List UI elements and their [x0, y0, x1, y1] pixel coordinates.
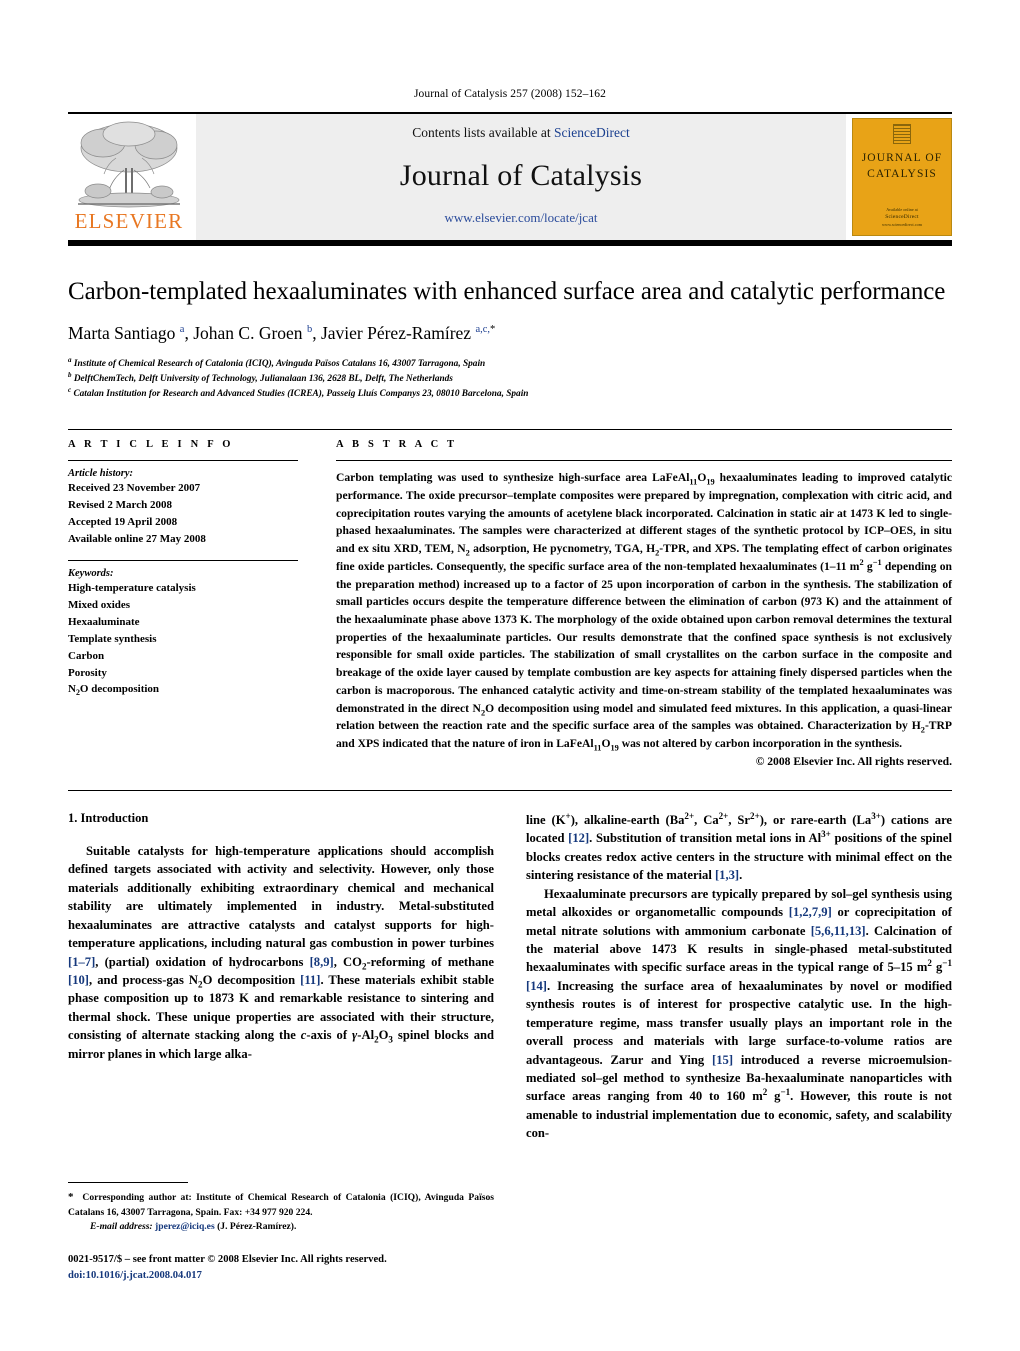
- abstract-heading: A B S T R A C T: [336, 439, 458, 451]
- affiliation-b: b DelftChemTech, Delft University of Tec…: [68, 370, 952, 387]
- info-abstract-section: A R T I C L E I N F O Article history: R…: [68, 429, 952, 768]
- keyword-item: Mixed oxides: [68, 599, 131, 612]
- paragraph: Hexaaluminate precursors are typically p…: [526, 886, 953, 1141]
- elsevier-tree-icon: [78, 121, 180, 208]
- affiliation-list: a Institute of Chemical Research of Cata…: [68, 355, 952, 402]
- author-list: Marta Santiago a, Johan C. Groen b, Javi…: [68, 323, 496, 343]
- elsevier-wordmark: ELSEVIER: [74, 209, 184, 233]
- page-title: Carbon-templated hexaaluminates with enh…: [68, 278, 946, 305]
- history-accepted: Accepted 19 April 2008: [68, 515, 178, 528]
- running-head: Journal of Catalysis 257 (2008) 152–162: [413, 88, 607, 100]
- keyword-item: High-temperature catalysis: [68, 582, 196, 595]
- email-label: E-mail address:: [90, 1220, 153, 1232]
- divider: [68, 560, 298, 562]
- divider: [68, 1182, 188, 1183]
- crest-icon: [893, 124, 911, 144]
- email-note: E-mail address: jperez@iciq.es (J. Pérez…: [68, 1220, 494, 1234]
- keyword-item-n2o: N2O decomposition: [68, 683, 160, 698]
- abstract-column: A B S T R A C T Carbon templating was us…: [316, 439, 952, 768]
- history-revised: Revised 2 March 2008: [68, 498, 172, 511]
- article-history-heading: Article history:: [68, 468, 134, 480]
- body-right-column: line (K+), alkaline-earth (Ba2+, Ca2+, S…: [526, 811, 952, 1143]
- body-columns: 1. Introduction Suitable catalysts for h…: [68, 789, 952, 1143]
- cover-sciencedirect: ScienceDirect: [885, 214, 919, 221]
- history-received: Received 23 November 2007: [68, 482, 201, 495]
- article-info-heading: A R T I C L E I N F O: [68, 439, 234, 451]
- abstract-text: Carbon templating was used to synthesize…: [336, 471, 953, 753]
- section-heading-introduction: 1. Introduction: [68, 810, 149, 825]
- divider: [336, 460, 952, 462]
- affiliation-a-text: Institute of Chemical Research of Catalo…: [73, 359, 486, 369]
- keyword-item: Porosity: [68, 666, 107, 679]
- keyword-list: High-temperature catalysis Mixed oxides …: [68, 580, 298, 698]
- affiliation-c-text: Catalan Institution for Research and Adv…: [73, 389, 529, 400]
- cover-title: JOURNAL OF CATALYSIS: [862, 151, 943, 182]
- divider: [68, 460, 298, 462]
- affiliation-c: c Catalan Institution for Research and A…: [68, 387, 952, 402]
- corresponding-author-note: * Corresponding author at: Institute of …: [68, 1191, 494, 1218]
- journal-title: Journal of Catalysis: [399, 158, 643, 192]
- affiliation-a: a Institute of Chemical Research of Cata…: [68, 355, 952, 372]
- cover-url: www.sciencedirect.com: [882, 221, 922, 227]
- paragraph: line (K+), alkaline-earth (Ba2+, Ca2+, S…: [526, 810, 953, 883]
- keyword-item: Hexaaluminate: [68, 616, 140, 629]
- keyword-item: Template synthesis: [68, 632, 157, 645]
- doi-link[interactable]: doi:10.1016/j.jcat.2008.04.017: [68, 1268, 494, 1284]
- keywords-heading: Keywords:: [68, 568, 114, 580]
- abstract-copyright: © 2008 Elsevier Inc. All rights reserved…: [755, 754, 952, 768]
- paragraph: Suitable catalysts for high-temperature …: [68, 843, 495, 1061]
- affiliation-mark-a: a: [68, 355, 72, 364]
- journal-cover-thumbnail: JOURNAL OF CATALYSIS Available online at…: [852, 118, 952, 236]
- elsevier-logo: ELSEVIER: [68, 114, 190, 240]
- masthead-center: Contents lists available at ScienceDirec…: [196, 114, 846, 240]
- email-link[interactable]: jperez@iciq.es: [155, 1221, 215, 1232]
- footnote-area: * Corresponding author at: Institute of …: [68, 1182, 494, 1284]
- cover-title-line2: CATALYSIS: [867, 167, 937, 180]
- contents-prefix: Contents lists available at: [412, 125, 554, 140]
- title-block: Carbon-templated hexaaluminates with enh…: [68, 276, 952, 402]
- issn-line: 0021-9517/$ – see front matter © 2008 El…: [68, 1254, 387, 1266]
- cover-title-line1: JOURNAL OF: [861, 152, 943, 164]
- affiliation-b-text: DelftChemTech, Delft University of Techn…: [73, 374, 453, 385]
- affiliation-mark-b: b: [68, 370, 72, 379]
- article-info-column: A R T I C L E I N F O Article history: R…: [68, 439, 316, 768]
- journal-homepage-link[interactable]: www.elsevier.com/locate/jcat: [445, 210, 598, 226]
- email-owner: (J. Pérez-Ramírez).: [217, 1220, 297, 1232]
- history-online: Available online 27 May 2008: [68, 532, 206, 545]
- contents-available-line: Contents lists available at ScienceDirec…: [412, 125, 629, 141]
- affiliation-mark-c: c: [68, 386, 72, 394]
- cover-footer: Available online at ScienceDirect www.sc…: [853, 207, 951, 228]
- body-left-column: 1. Introduction Suitable catalysts for h…: [68, 811, 494, 1143]
- keyword-item: Carbon: [68, 649, 105, 662]
- journal-masthead: ELSEVIER Contents lists available at Sci…: [68, 112, 952, 246]
- article-page: Journal of Catalysis 257 (2008) 152–162: [0, 0, 1020, 1351]
- sciencedirect-link[interactable]: ScienceDirect: [554, 125, 630, 140]
